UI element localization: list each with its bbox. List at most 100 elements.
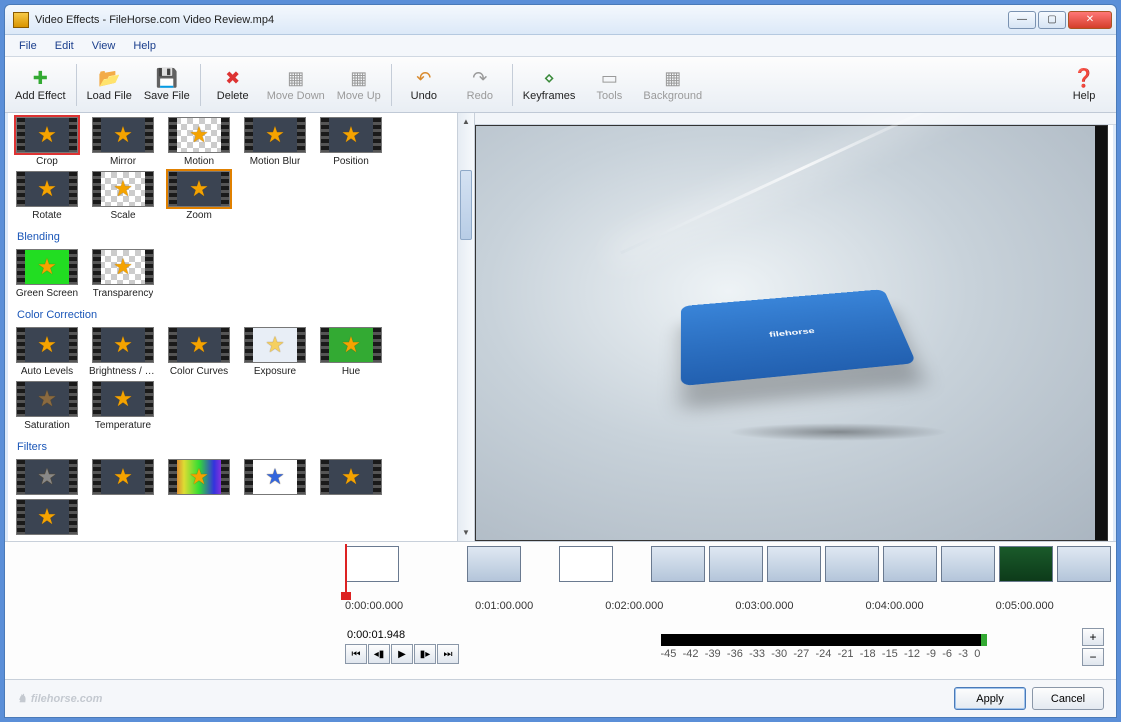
timeline-frame[interactable]	[1057, 546, 1111, 582]
close-button[interactable]: ✕	[1068, 11, 1112, 29]
effect-label: Zoom	[186, 210, 212, 221]
effect-item[interactable]: ★Brightness / Contrast ...	[89, 327, 157, 377]
star-icon: ★	[113, 122, 133, 148]
effect-item[interactable]: ★Hue	[317, 327, 385, 377]
effect-item[interactable]: ★Color Curves	[165, 327, 233, 377]
effect-item[interactable]: ★Mirror	[89, 117, 157, 167]
time-label: 0:05:00.000	[996, 600, 1054, 614]
effect-label: Green Screen	[16, 288, 78, 299]
add-effect-button[interactable]: ✚Add Effect	[9, 60, 72, 110]
meter-tick: -36	[727, 648, 743, 660]
effect-item[interactable]: ★	[317, 459, 385, 495]
skip-start-button[interactable]: ⏮	[345, 644, 367, 664]
star-icon: ★	[113, 254, 133, 280]
help-button[interactable]: ❓Help	[1056, 60, 1112, 110]
undo-button[interactable]: ↶Undo	[396, 60, 452, 110]
load-file-button[interactable]: 📂Load File	[81, 60, 138, 110]
background-icon: ▦	[662, 68, 684, 90]
meter-tick: -30	[771, 648, 787, 660]
meter-tick: -27	[793, 648, 809, 660]
background-button: ▦Background	[637, 60, 708, 110]
effect-item[interactable]: ★	[13, 459, 81, 495]
menu-edit[interactable]: Edit	[47, 38, 82, 54]
meter-tick: -33	[749, 648, 765, 660]
step-forward-button[interactable]: ▮▸	[414, 644, 436, 664]
effect-item[interactable]: ★Temperature	[89, 381, 157, 431]
timeline-frame[interactable]	[559, 546, 613, 582]
star-icon: ★	[37, 332, 57, 358]
current-time: 0:00:01.948	[347, 629, 459, 641]
effect-item[interactable]: ★	[13, 499, 81, 535]
zoom-in-button[interactable]: +	[1082, 628, 1104, 646]
timeline-thumbnails[interactable]	[5, 542, 1116, 600]
effect-item[interactable]: ★Auto Levels	[13, 327, 81, 377]
app-icon	[13, 12, 29, 28]
effects-scrollbar[interactable]: ▲ ▼	[457, 113, 474, 541]
timeline-frame[interactable]	[709, 546, 763, 582]
timeline-frame[interactable]	[825, 546, 879, 582]
meter-tick: -18	[860, 648, 876, 660]
effect-item[interactable]: ★Rotate	[13, 171, 81, 221]
minimize-button[interactable]: —	[1008, 11, 1036, 29]
scroll-up-icon[interactable]: ▲	[458, 113, 474, 130]
meter-tick: -21	[838, 648, 854, 660]
effect-label: Motion Blur	[250, 156, 301, 167]
timeline-frame[interactable]	[883, 546, 937, 582]
effect-item[interactable]: ★ Green Screen	[13, 249, 81, 299]
timeline-frame[interactable]	[467, 546, 521, 582]
effect-item[interactable]: ★Motion Blur	[241, 117, 309, 167]
effect-item[interactable]: ★ Transparency	[89, 249, 157, 299]
effects-list[interactable]: ★Crop★Mirror★Motion★Motion Blur★Position…	[5, 113, 457, 541]
apply-button[interactable]: Apply	[954, 687, 1026, 710]
effect-label: Scale	[110, 210, 135, 221]
scroll-down-icon[interactable]: ▼	[458, 524, 474, 541]
meter-tick: -9	[926, 648, 936, 660]
help-icon: ❓	[1073, 68, 1095, 90]
scroll-thumb[interactable]	[460, 170, 472, 240]
effect-item[interactable]: ★	[89, 459, 157, 495]
cancel-button[interactable]: Cancel	[1032, 687, 1104, 710]
horse-icon: ♞	[17, 692, 27, 705]
skip-end-button[interactable]: ⏭	[437, 644, 459, 664]
timeline-frame[interactable]	[345, 546, 399, 582]
menu-help[interactable]: Help	[125, 38, 164, 54]
application-window: Video Effects - FileHorse.com Video Revi…	[4, 4, 1117, 718]
effect-item[interactable]: ★	[165, 459, 233, 495]
effect-item[interactable]: ★Saturation	[13, 381, 81, 431]
lens-flare	[620, 113, 984, 255]
timeline-frame[interactable]	[651, 546, 705, 582]
zoom-out-button[interactable]: −	[1082, 648, 1104, 666]
timeline-frame[interactable]	[999, 546, 1053, 582]
effect-item[interactable]: ★Scale	[89, 171, 157, 221]
delete-button[interactable]: ✖Delete	[205, 60, 261, 110]
effect-item[interactable]: ★Crop	[13, 117, 81, 167]
effect-label: Temperature	[95, 420, 151, 431]
meter-tick: -3	[958, 648, 968, 660]
time-label: 0:01:00.000	[475, 600, 533, 614]
time-label: 0:04:00.000	[866, 600, 924, 614]
step-back-button[interactable]: ◂▮	[368, 644, 390, 664]
menu-file[interactable]: File	[11, 38, 45, 54]
menu-view[interactable]: View	[84, 38, 124, 54]
star-icon: ★	[37, 122, 57, 148]
effect-item[interactable]: ★Zoom	[165, 171, 233, 221]
section-color: Color Correction	[17, 309, 453, 321]
preview-logo: filehorse	[680, 289, 915, 386]
save-file-button[interactable]: 💾Save File	[138, 60, 196, 110]
effect-item[interactable]: ★Motion	[165, 117, 233, 167]
effect-item[interactable]: ★Position	[317, 117, 385, 167]
playhead[interactable]	[345, 544, 347, 598]
timeline-frame[interactable]	[941, 546, 995, 582]
timeline-frame[interactable]	[767, 546, 821, 582]
star-icon: ★	[37, 254, 57, 280]
video-preview[interactable]: filehorse	[475, 125, 1108, 541]
titlebar[interactable]: Video Effects - FileHorse.com Video Revi…	[5, 5, 1116, 35]
meter-tick: -24	[815, 648, 831, 660]
keyframes-button[interactable]: ⋄Keyframes	[517, 60, 582, 110]
effect-item[interactable]: ★	[241, 459, 309, 495]
maximize-button[interactable]: ▢	[1038, 11, 1066, 29]
effect-item[interactable]: ★Exposure	[241, 327, 309, 377]
effect-label: Transparency	[93, 288, 154, 299]
play-button[interactable]: ▶	[391, 644, 413, 664]
move-down-icon: ▦	[285, 68, 307, 90]
